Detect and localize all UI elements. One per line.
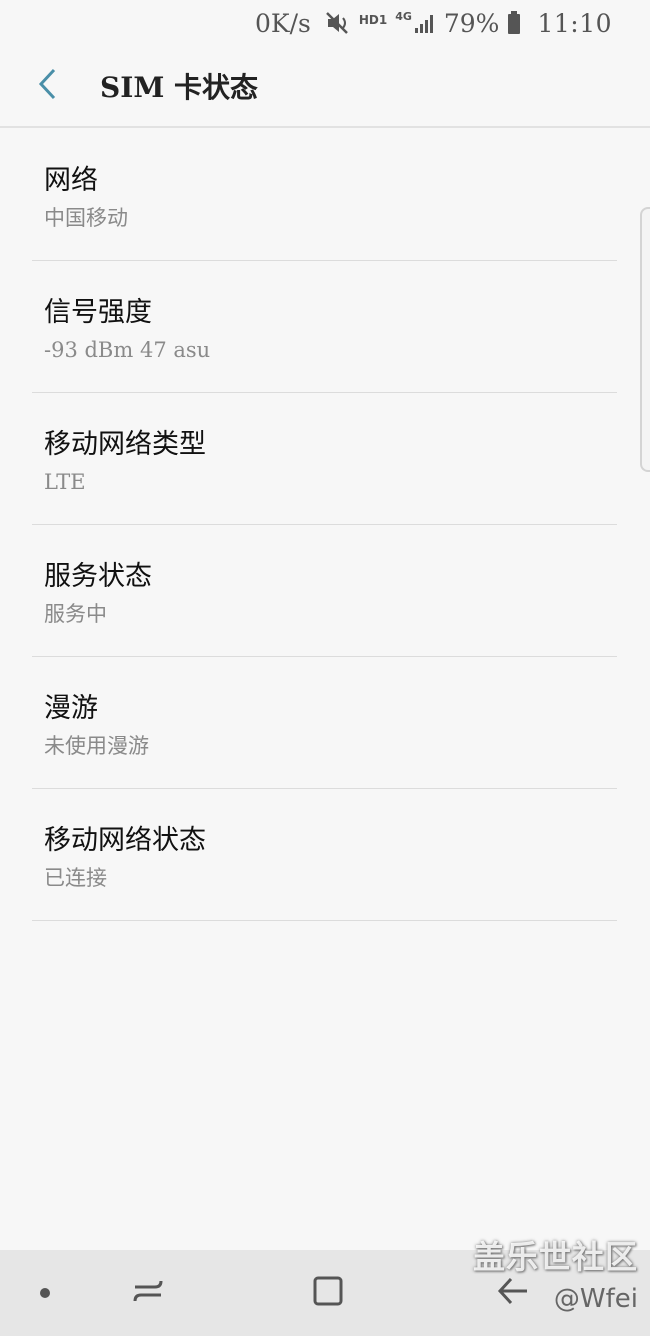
page-title: SIM 卡状态 — [100, 71, 259, 104]
home-icon — [312, 1275, 344, 1311]
item-title: 移动网络类型 — [44, 429, 206, 460]
battery-icon — [507, 11, 521, 35]
list-item-signal-strength: 信号强度 -93 dBm 47 asu — [32, 261, 617, 393]
list-item-mobile-network-state: 移动网络状态 已连接 — [32, 789, 617, 921]
recents-icon — [131, 1275, 165, 1311]
chevron-left-icon — [36, 67, 60, 105]
back-button[interactable] — [8, 45, 88, 127]
list-item-network-type: 移动网络类型 LTE — [32, 393, 617, 525]
item-title: 漫游 — [44, 693, 98, 724]
mute-icon — [325, 11, 351, 35]
list-item-roaming: 漫游 未使用漫游 — [32, 657, 617, 789]
item-title: 服务状态 — [44, 561, 152, 592]
list-item-service-state: 服务状态 服务中 — [32, 525, 617, 657]
recents-button[interactable] — [120, 1250, 176, 1336]
item-title: 信号强度 — [44, 297, 152, 328]
dot-icon — [39, 1284, 51, 1303]
item-value: LTE — [44, 470, 86, 494]
item-title: 移动网络状态 — [44, 825, 206, 856]
net-speed: 0K/s — [254, 8, 311, 38]
status-bar: 0K/s HD1 4G 79% 11:10 — [0, 0, 650, 46]
scroll-indicator[interactable] — [640, 207, 650, 472]
sim-status-list: 网络 中国移动 信号强度 -93 dBm 47 asu 移动网络类型 LTE 服… — [32, 129, 617, 921]
item-value: 已连接 — [44, 866, 107, 890]
navigation-bar — [0, 1250, 650, 1336]
item-value: -93 dBm 47 asu — [44, 338, 211, 362]
nav-dot-button[interactable] — [20, 1250, 70, 1336]
back-arrow-icon — [497, 1276, 529, 1310]
signal-icon — [414, 12, 436, 34]
network-type-label: 4G — [395, 9, 412, 23]
item-value: 中国移动 — [44, 206, 128, 230]
home-button[interactable] — [300, 1250, 356, 1336]
hd-label: HD1 — [358, 13, 388, 27]
clock: 11:10 — [537, 8, 612, 38]
app-header: SIM 卡状态 — [0, 46, 650, 128]
item-value: 服务中 — [44, 602, 107, 626]
item-value: 未使用漫游 — [44, 734, 149, 758]
list-item-network: 网络 中国移动 — [32, 129, 617, 261]
back-nav-button[interactable] — [488, 1250, 538, 1336]
battery-percent: 79% — [443, 8, 500, 38]
item-title: 网络 — [44, 165, 98, 196]
